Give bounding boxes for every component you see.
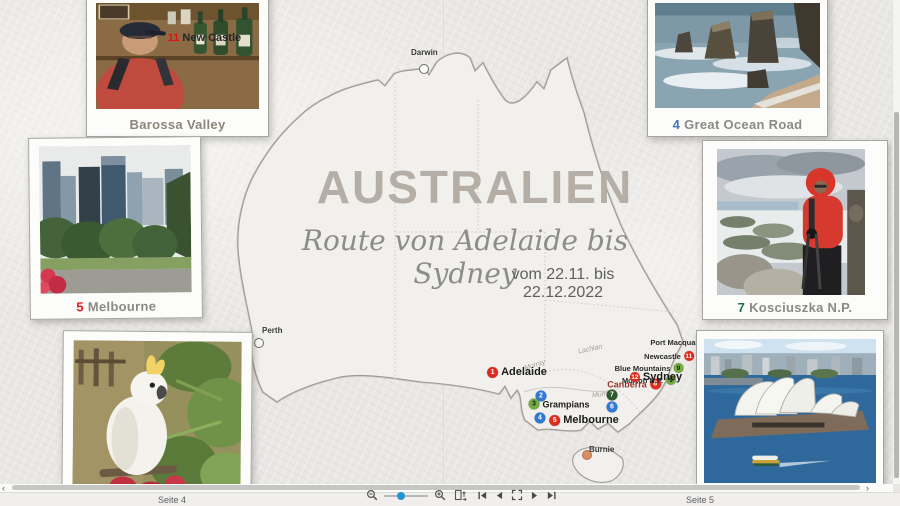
zoom-slider[interactable] xyxy=(384,490,428,500)
stop-number-badge: 4 xyxy=(535,413,546,424)
zoom-slider-thumb[interactable] xyxy=(397,492,405,500)
photo-overlay-label: 11 New Castle xyxy=(168,32,241,44)
caption-barossa: Barossa Valley xyxy=(130,117,226,132)
city-marker-perth: Perth xyxy=(254,338,264,348)
route-stop-11-newcastle: Newcastle11 xyxy=(644,351,694,361)
stop-label: Adelaide xyxy=(501,366,547,378)
previous-page-icon[interactable] xyxy=(494,490,505,501)
caption-melbourne: Melbourne xyxy=(88,299,157,315)
route-stop-12-sydney: 12Sydney xyxy=(630,371,682,383)
route-stop-4: 4 xyxy=(535,413,546,424)
city-marker-darwin: Darwin xyxy=(419,64,429,74)
zoom-out-icon[interactable] xyxy=(366,489,378,501)
photobook-spread: AUSTRALIEN Route von Adelaide bis Sydney… xyxy=(0,0,893,484)
city-dot xyxy=(419,64,429,74)
viewer-toolbar xyxy=(366,487,557,503)
fullscreen-toggle-icon[interactable] xyxy=(511,489,523,501)
city-label: Burnie xyxy=(589,445,614,454)
ebook-viewer-window: AUSTRALIEN Route von Adelaide bis Sydney… xyxy=(0,0,900,506)
route-stop-1-adelaide: 1Adelaide xyxy=(487,366,547,378)
next-page-icon[interactable] xyxy=(529,490,540,501)
caption-great-ocean-number: 4 xyxy=(673,117,681,132)
city-label: Darwin xyxy=(411,48,438,57)
caption-kosciuszka-number: 7 xyxy=(738,300,746,315)
photo-melbourne-skyline xyxy=(39,145,192,294)
photo-kosciuszka-summit xyxy=(717,149,865,295)
page-number-left: Seite 4 xyxy=(158,495,186,505)
photo-sydney-opera-house xyxy=(704,339,876,483)
stop-number-badge: 3 xyxy=(528,399,539,410)
photo-card-cockatoo xyxy=(61,330,253,484)
stop-number-badge: 6 xyxy=(607,402,618,413)
stop-number-badge: 5 xyxy=(549,415,560,426)
photo-card-great-ocean-road: 4 Great Ocean Road xyxy=(647,0,828,137)
caption-great-ocean: Great Ocean Road xyxy=(684,117,802,132)
map-title: AUSTRALIEN xyxy=(300,160,650,214)
stop-label: Melbourne xyxy=(563,414,619,426)
stop-number-badge: 1 xyxy=(487,367,498,378)
photo-card-kosciuszka: 7 Kosciuszka N.P. xyxy=(702,140,888,320)
route-stop-6: 6 xyxy=(607,402,618,413)
stop-label: Newcastle xyxy=(644,352,681,361)
route-stop-7: 7 xyxy=(607,390,618,401)
route-stop-5-melbourne: 5Melbourne xyxy=(549,414,619,426)
photo-card-melbourne: 5 Melbourne xyxy=(28,136,203,320)
zoom-in-icon[interactable] xyxy=(434,489,446,501)
vertical-scrollbar-thumb[interactable] xyxy=(894,112,899,478)
first-page-icon[interactable] xyxy=(477,490,488,501)
stop-number-badge: 11 xyxy=(684,351,694,361)
vertical-scrollbar[interactable] xyxy=(892,0,900,484)
stop-label: Grampians xyxy=(542,399,589,409)
photo-twelve-apostles xyxy=(655,3,820,108)
stop-number-badge: 7 xyxy=(607,390,618,401)
stop-number-badge: 12 xyxy=(630,372,640,382)
photo-barossa-valley: 11 New Castle xyxy=(96,3,259,109)
photo-card-sydney-opera xyxy=(696,330,884,484)
city-dot xyxy=(254,338,264,348)
last-page-icon[interactable] xyxy=(546,490,557,501)
city-marker-burnie: Burnie xyxy=(582,450,592,460)
caption-kosciuszka: Kosciuszka N.P. xyxy=(749,300,852,315)
city-label: Perth xyxy=(262,326,282,335)
stop-label: Sydney xyxy=(643,371,682,383)
photo-card-barossa: 11 New Castle Barossa Valley xyxy=(86,0,269,137)
caption-melbourne-number: 5 xyxy=(76,299,84,314)
photo-cockatoo xyxy=(72,340,241,484)
route-stop-3-grampians: 3Grampians xyxy=(528,399,589,410)
fit-page-icon[interactable] xyxy=(454,489,467,501)
page-number-right: Seite 5 xyxy=(686,495,714,505)
map-date-range: vom 22.11. bis 22.12.2022 xyxy=(483,266,643,302)
